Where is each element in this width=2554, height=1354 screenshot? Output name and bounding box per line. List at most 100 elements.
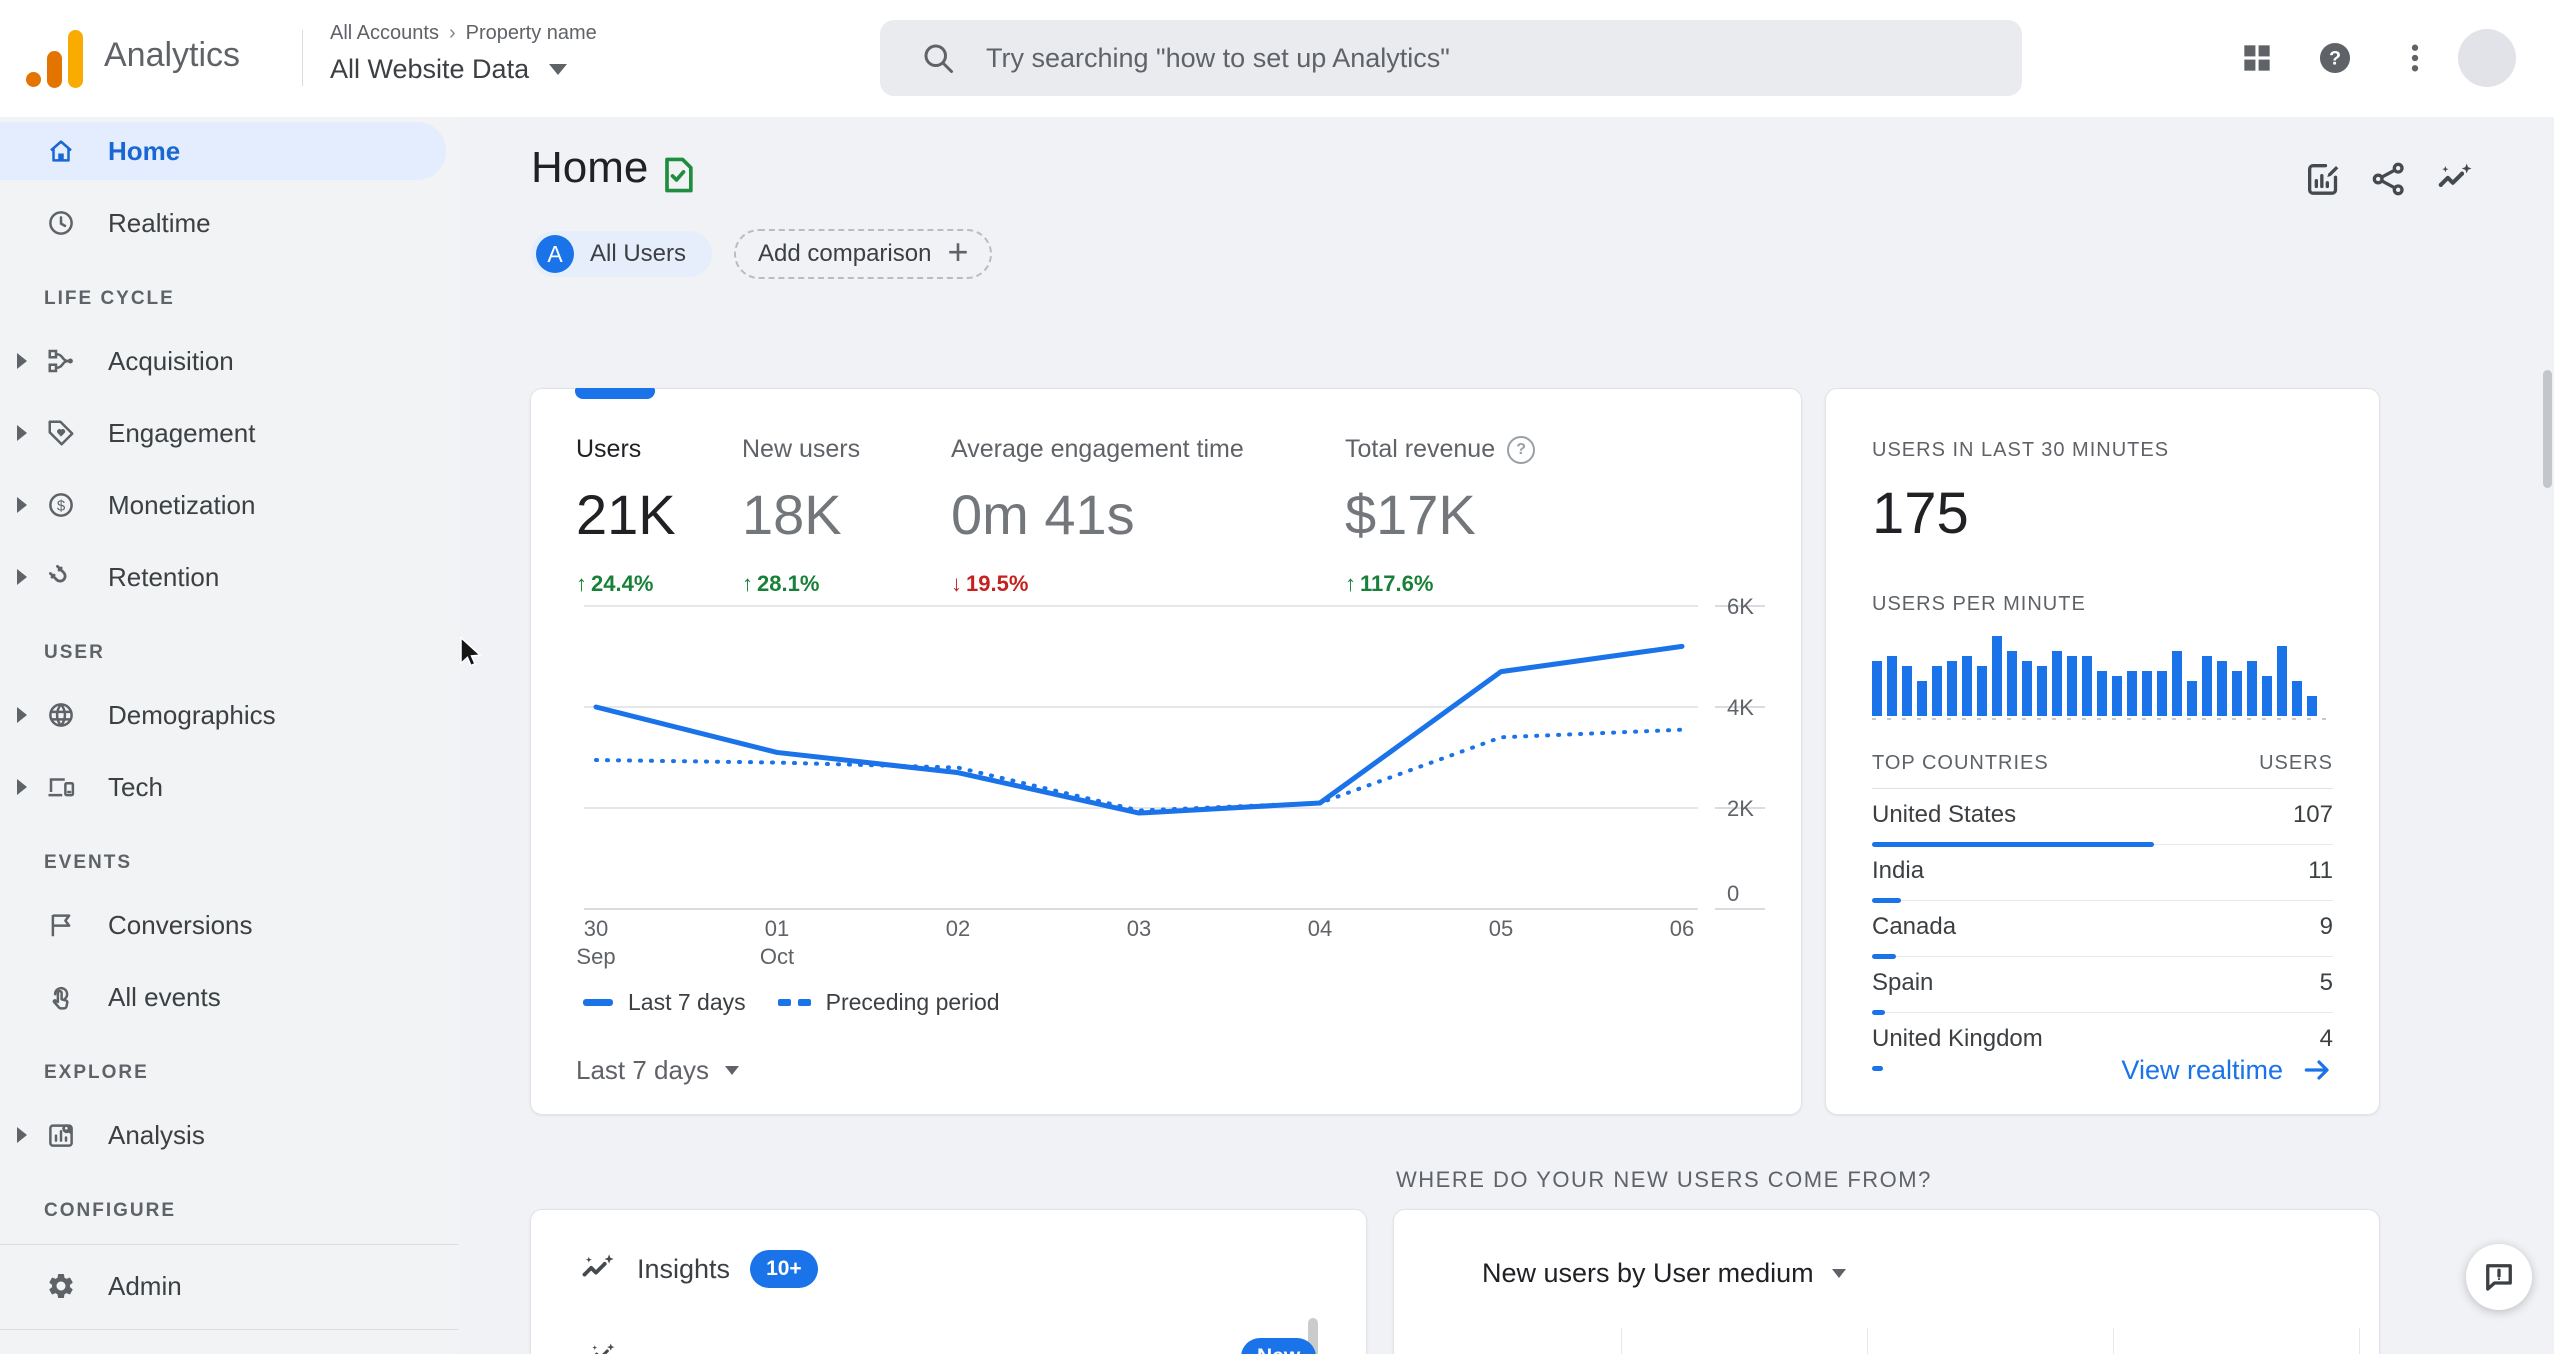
dashed-line-swatch-icon — [777, 999, 811, 1006]
expand-arrow-icon[interactable] — [17, 425, 27, 441]
page-title: Home — [531, 143, 649, 192]
sidebar-item-acquisition[interactable]: Acquisition — [0, 332, 458, 390]
apps-grid-icon[interactable] — [2238, 39, 2276, 77]
per-minute-bar — [2157, 671, 2167, 716]
breadcrumb-account[interactable]: All Accounts — [330, 22, 439, 45]
per-minute-bar — [2022, 661, 2032, 716]
country-bar — [1872, 1066, 1883, 1071]
per-minute-bar — [2142, 671, 2152, 716]
country-users: 107 — [2292, 801, 2333, 828]
metric-label: New users — [742, 435, 861, 463]
country-row-spain: Spain 5 — [1872, 957, 2333, 1015]
expand-arrow-icon[interactable] — [17, 497, 27, 513]
metric-label: Total revenue? — [1345, 435, 1675, 464]
expand-arrow-icon[interactable] — [17, 353, 27, 369]
sidebar-item-tech[interactable]: Tech — [0, 758, 458, 816]
help-icon[interactable]: ? — [2316, 39, 2354, 77]
sidebar-item-label: Admin — [108, 1271, 182, 1301]
sidebar-item-analysis[interactable]: Analysis — [0, 1106, 458, 1164]
admin-icon — [46, 1271, 76, 1301]
country-row-india: India 11 — [1872, 845, 2333, 903]
sidebar-item-demographics[interactable]: Demographics — [0, 686, 458, 744]
sidebar-item-monetization[interactable]: $ Monetization — [0, 476, 458, 534]
per-minute-bar — [1887, 656, 1897, 716]
sidebar-item-label: Conversions — [108, 910, 253, 940]
property-selector[interactable]: All Website Data — [330, 54, 568, 85]
expand-arrow-icon[interactable] — [17, 779, 27, 795]
sidebar-item-realtime[interactable]: Realtime — [0, 194, 458, 252]
header-divider — [302, 30, 303, 86]
sidebar-item-label: Retention — [108, 562, 220, 592]
insight-item-badge: New — [1241, 1338, 1317, 1354]
sidebar-item-label: Home — [108, 136, 181, 166]
per-minute-bar — [2037, 666, 2047, 716]
metric-total-revenue[interactable]: Total revenue? $17K ↑ 117.6% — [1345, 435, 1675, 597]
country-users: 11 — [2308, 857, 2333, 884]
metric-new-users[interactable]: New users 18K ↑ 28.1% — [742, 435, 951, 597]
report-actions — [2303, 159, 2475, 199]
sidebar-item-retention[interactable]: Retention — [0, 548, 458, 606]
date-range-dropdown[interactable]: Last 7 days — [576, 1055, 739, 1086]
metric-average-engagement-time[interactable]: Average engagement time 0m 41s ↓ 19.5% — [951, 435, 1345, 597]
nav-section-label: USER — [44, 642, 105, 663]
realtime-title: USERS IN LAST 30 MINUTES — [1872, 439, 2170, 461]
tech-icon — [46, 772, 76, 802]
expand-arrow-icon[interactable] — [17, 569, 27, 585]
customize-report-icon[interactable] — [2303, 159, 2343, 199]
nav-section-label: LIFE CYCLE — [44, 288, 175, 309]
all-users-chip[interactable]: A All Users — [531, 231, 713, 277]
svg-text:4K: 4K — [1727, 695, 1754, 720]
sidebar-item-label: Monetization — [108, 490, 256, 520]
chart-gridline — [2359, 1328, 2360, 1354]
search-icon — [920, 40, 956, 76]
more-vert-icon[interactable] — [2396, 39, 2434, 77]
country-name: India — [1872, 857, 1925, 884]
nav-section-label: EVENTS — [44, 852, 133, 873]
dimension-selector[interactable]: New users by User medium — [1482, 1258, 1846, 1289]
overview-metrics-card: Users 21K ↑ 24.4% New users 18K ↑ 28.1% Average … — [530, 388, 1802, 1115]
chip-initial-badge: A — [536, 235, 574, 273]
nav-section-label: EXPLORE — [44, 1062, 149, 1083]
countries-table-header: TOP COUNTRIES USERS — [1872, 752, 2333, 789]
collapse-nav-icon[interactable] — [396, 1350, 426, 1354]
view-realtime-link[interactable]: View realtime — [2121, 1054, 2333, 1086]
sidebar-item-home[interactable]: Home — [0, 122, 446, 180]
search-input[interactable] — [984, 41, 1928, 75]
country-row-canada: Canada 9 — [1872, 901, 2333, 959]
breadcrumb-property[interactable]: Property name — [466, 22, 597, 45]
sidebar-item-all-events[interactable]: All events — [0, 968, 458, 1026]
doc-check-icon — [656, 153, 700, 197]
avatar[interactable] — [2458, 29, 2516, 87]
svg-text:05: 05 — [1489, 916, 1513, 941]
per-minute-bar — [1962, 656, 1972, 716]
svg-text:03: 03 — [1127, 916, 1151, 941]
realtime-users-value: 175 — [1872, 481, 1969, 546]
svg-text:0: 0 — [1727, 881, 1739, 906]
search-bar[interactable] — [880, 20, 2022, 96]
sidebar-item-label: Engagement — [108, 418, 256, 448]
page-scrollbar[interactable] — [2543, 370, 2552, 488]
expand-arrow-icon[interactable] — [17, 707, 27, 723]
chat-bubble-icon — [2481, 1259, 2517, 1295]
per-minute-bar — [2172, 651, 2182, 716]
sidebar-item-conversions[interactable]: Conversions — [0, 896, 458, 954]
country-users: 4 — [2319, 1025, 2333, 1052]
breadcrumb[interactable]: All Accounts › Property name — [330, 22, 597, 45]
share-icon[interactable] — [2369, 159, 2409, 199]
insights-spark-icon[interactable] — [2435, 159, 2475, 199]
svg-text:06: 06 — [1670, 916, 1694, 941]
sidebar-item-admin[interactable]: Admin — [0, 1257, 458, 1315]
engagement-icon — [46, 418, 76, 448]
help-icon[interactable]: ? — [1507, 435, 1536, 464]
sidebar-item-engagement[interactable]: Engagement — [0, 404, 458, 462]
sidebar-item-label: Acquisition — [108, 346, 234, 376]
expand-arrow-icon[interactable] — [17, 1127, 27, 1143]
main-content: Home A All Users Add comparison + Users 2… — [458, 117, 2554, 1354]
per-minute-bar — [1917, 681, 1927, 716]
add-comparison-button[interactable]: Add comparison + — [734, 229, 993, 279]
metrics-row: Users 21K ↑ 24.4% New users 18K ↑ 28.1% Average … — [576, 435, 1675, 597]
feedback-chat-button[interactable] — [2466, 1244, 2532, 1310]
sidebar-item-label: Tech — [108, 772, 163, 802]
nav-divider — [0, 1244, 458, 1245]
metric-users[interactable]: Users 21K ↑ 24.4% — [576, 435, 742, 597]
